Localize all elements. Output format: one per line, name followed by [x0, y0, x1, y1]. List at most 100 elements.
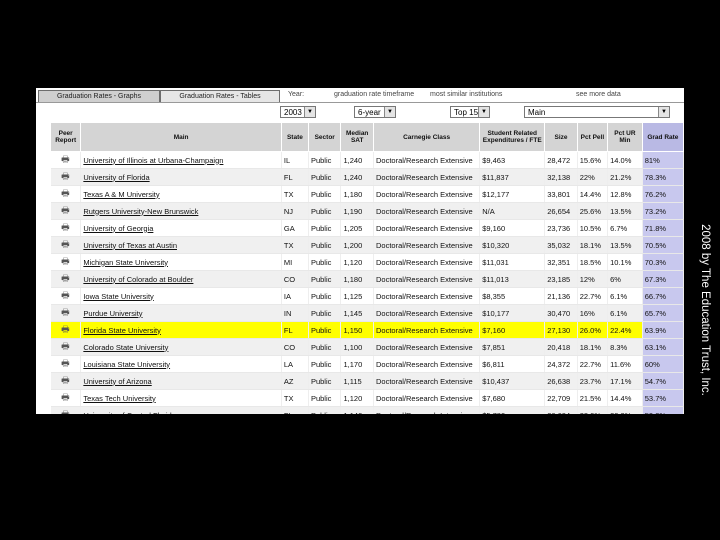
institution-name[interactable]: Colorado State University — [80, 338, 282, 356]
expenditures-cell: $10,177 — [479, 304, 546, 322]
pct-pell-cell: 25.6% — [577, 202, 609, 220]
institution-name[interactable]: Michigan State University — [80, 253, 282, 271]
institution-name[interactable]: Iowa State University — [80, 287, 282, 305]
grad-rate-cell: 60% — [642, 355, 684, 373]
sector-cell: Public — [308, 372, 342, 390]
report-icon[interactable]: 🖶 — [50, 321, 82, 339]
col-sector[interactable]: Sector — [307, 122, 342, 152]
report-icon[interactable]: 🖶 — [50, 389, 82, 407]
main-select-value: Main — [528, 108, 546, 117]
median-sat-cell: 1,115 — [340, 372, 374, 390]
report-icon[interactable]: 🖶 — [50, 270, 82, 288]
size-cell: 26,654 — [544, 202, 578, 220]
carnegie-class-cell: Doctoral/Research Extensive — [373, 338, 481, 356]
carnegie-class-cell: Doctoral/Research Extensive — [373, 355, 481, 373]
state-cell: CO — [281, 338, 309, 356]
institution-name[interactable]: Florida State University — [80, 321, 282, 339]
sector-cell: Public — [308, 321, 342, 339]
carnegie-class-cell: Doctoral/Research Extensive — [373, 151, 481, 169]
grad-rate-cell: 50.3% — [642, 406, 684, 414]
col-peer-report[interactable]: Peer Report — [49, 122, 82, 152]
report-icon[interactable]: 🖶 — [50, 151, 82, 169]
sector-cell: Public — [308, 253, 342, 271]
col-state[interactable]: State — [280, 122, 309, 152]
institution-name[interactable]: Texas Tech University — [80, 389, 282, 407]
col-expenditures[interactable]: Student Related Expenditures / FTE — [479, 122, 546, 152]
sector-cell: Public — [308, 355, 342, 373]
tab-graphs[interactable]: Graduation Rates - Graphs — [38, 90, 160, 102]
carnegie-class-cell: Doctoral/Research Extensive — [373, 168, 481, 186]
timeframe-select[interactable]: 6-year ▼ — [354, 106, 396, 118]
pct-ur-min-cell: 6% — [607, 270, 643, 288]
institution-name[interactable]: Purdue University — [80, 304, 282, 322]
filter-controls: 2003 ▼ 6-year ▼ Top 15 ▼ Main ▼ — [36, 102, 684, 123]
sector-cell: Public — [308, 202, 342, 220]
report-icon[interactable]: 🖶 — [50, 253, 82, 271]
carnegie-class-cell: Doctoral/Research Extensive — [373, 202, 481, 220]
report-icon[interactable]: 🖶 — [50, 304, 82, 322]
report-icon[interactable]: 🖶 — [50, 185, 82, 203]
state-cell: IA — [281, 287, 309, 305]
institution-name[interactable]: University of Central Florida — [80, 406, 282, 414]
report-icon[interactable]: 🖶 — [50, 202, 82, 220]
col-median-sat[interactable]: Median SAT — [340, 122, 374, 152]
institution-name[interactable]: University of Colorado at Boulder — [80, 270, 282, 288]
median-sat-cell: 1,145 — [340, 304, 374, 322]
report-icon[interactable]: 🖶 — [50, 406, 82, 414]
grad-rate-cell: 81% — [642, 151, 684, 169]
col-carnegie-class[interactable]: Carnegie Class — [372, 122, 481, 152]
state-cell: TX — [281, 389, 309, 407]
pct-pell-cell: 22% — [577, 168, 609, 186]
year-select-value: 2003 — [284, 108, 302, 117]
col-grad-rate[interactable]: Grad Rate — [641, 122, 684, 152]
institution-name[interactable]: University of Texas at Austin — [80, 236, 282, 254]
size-cell: 23,736 — [544, 219, 578, 237]
count-select[interactable]: Top 15 ▼ — [450, 106, 490, 118]
institution-name[interactable]: University of Illinois at Urbana-Champai… — [80, 151, 282, 169]
size-cell: 26,694 — [544, 406, 578, 414]
report-icon[interactable]: 🖶 — [50, 338, 82, 356]
carnegie-class-cell: Doctoral/Research Intensive — [373, 406, 481, 414]
pct-pell-cell: 22.7% — [577, 355, 609, 373]
median-sat-cell: 1,240 — [340, 151, 374, 169]
report-icon[interactable]: 🖶 — [50, 372, 82, 390]
report-icon[interactable]: 🖶 — [50, 219, 82, 237]
expenditures-cell: $7,851 — [479, 338, 546, 356]
pct-pell-cell: 10.5% — [577, 219, 609, 237]
table-row: 🖶 Michigan State University MI Public 1,120 D… — [50, 253, 684, 271]
carnegie-class-cell: Doctoral/Research Extensive — [373, 389, 481, 407]
median-sat-cell: 1,120 — [340, 253, 374, 271]
institution-name[interactable]: Louisiana State University — [80, 355, 282, 373]
institution-name[interactable]: University of Florida — [80, 168, 282, 186]
tab-tables[interactable]: Graduation Rates - Tables — [160, 90, 280, 102]
institution-name[interactable]: University of Arizona — [80, 372, 282, 390]
report-icon[interactable]: 🖶 — [50, 355, 82, 373]
col-size[interactable]: Size — [544, 122, 578, 152]
table-row: 🖶 Florida State University FL Public 1,150 Do… — [50, 321, 684, 339]
institution-name[interactable]: Texas A & M University — [80, 185, 282, 203]
table-row: 🖶 University of Texas at Austin TX Public 1,… — [50, 236, 684, 254]
col-main[interactable]: Main — [80, 122, 282, 152]
state-cell: FL — [281, 406, 309, 414]
pct-ur-min-cell: 8.3% — [607, 338, 643, 356]
table-row: 🖶 University of Florida FL Public 1,240 Docto… — [50, 168, 684, 186]
col-pct-ur-min[interactable]: Pct UR Min — [607, 122, 643, 152]
table-row: 🖶 Texas Tech University TX Public 1,120 Docto… — [50, 389, 684, 407]
similar-institutions-label: most similar institutions — [430, 91, 503, 98]
institution-name[interactable]: University of Georgia — [80, 219, 282, 237]
report-icon[interactable]: 🖶 — [50, 236, 82, 254]
sector-cell: Public — [308, 168, 342, 186]
main-select[interactable]: Main ▼ — [524, 106, 670, 118]
col-pct-pell[interactable]: Pct Pell — [576, 122, 609, 152]
year-select[interactable]: 2003 ▼ — [280, 106, 316, 118]
carnegie-class-cell: Doctoral/Research Extensive — [373, 253, 481, 271]
carnegie-class-cell: Doctoral/Research Extensive — [373, 372, 481, 390]
report-icon[interactable]: 🖶 — [50, 168, 82, 186]
median-sat-cell: 1,170 — [340, 355, 374, 373]
size-cell: 22,709 — [544, 389, 578, 407]
median-sat-cell: 1,140 — [340, 406, 374, 414]
grad-rate-cell: 70.3% — [642, 253, 684, 271]
report-icon[interactable]: 🖶 — [50, 287, 82, 305]
institution-name[interactable]: Rutgers University-New Brunswick — [80, 202, 282, 220]
median-sat-cell: 1,100 — [340, 338, 374, 356]
